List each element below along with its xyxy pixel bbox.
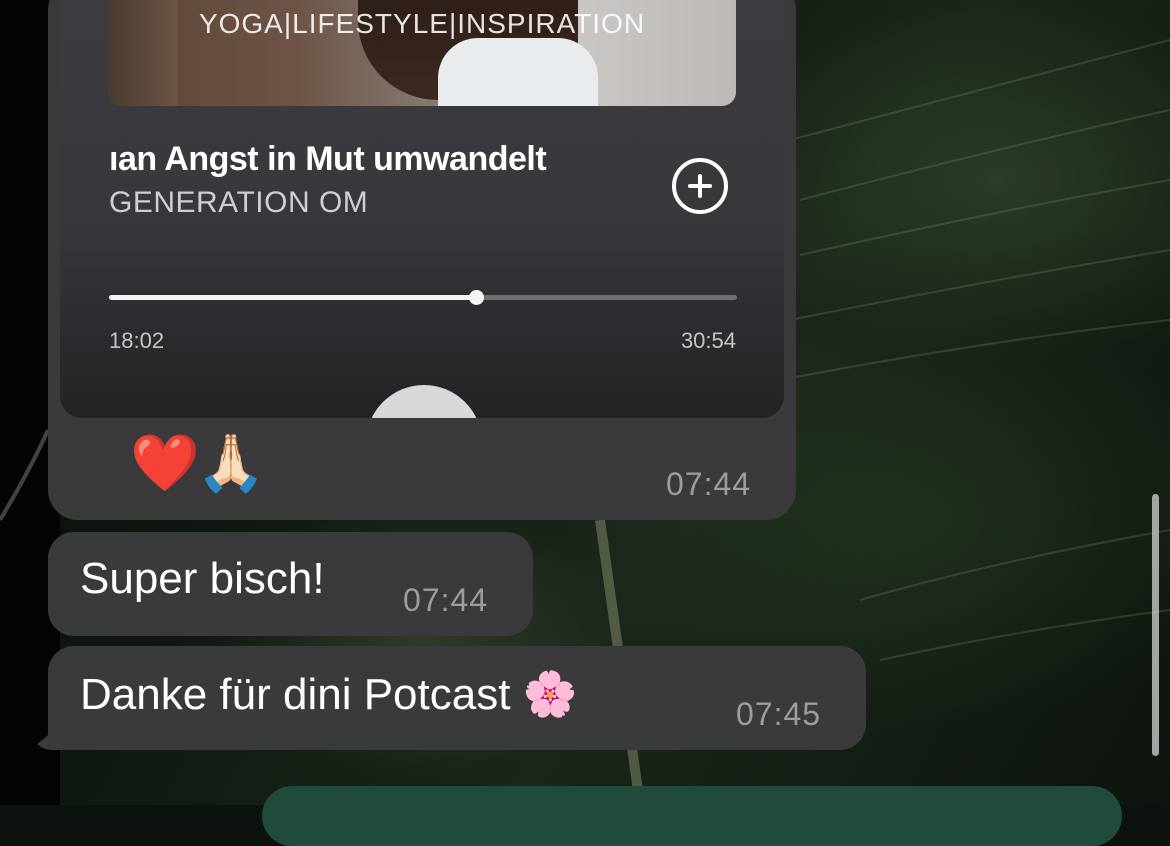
podcast-player-card[interactable]: YOGA|LIFESTYLE|INSPIRATION ıan Angst in … [60,0,784,418]
elapsed-time: 18:02 [109,328,165,353]
message-timestamp: 07:44 [403,582,489,618]
track-artist[interactable]: GENERATION OM [109,186,368,220]
reaction-heart[interactable]: ❤️ [130,433,200,493]
message-timestamp: 07:45 [736,696,822,732]
cover-slogan: YOGA|LIFESTYLE|INSPIRATION [198,8,646,39]
progress-handle[interactable] [468,290,484,305]
play-icon[interactable] [366,385,482,418]
message-bubble[interactable]: Danke für dini Potcast 🌸 07:45 [30,646,866,750]
playback-progress-bar[interactable] [109,290,737,305]
message-text: Super bisch! [80,554,325,603]
compose-bar[interactable] [262,786,1122,846]
progress-fill [109,295,476,300]
track-title[interactable]: ıan Angst in Mut umwandelt [109,140,547,179]
scrollbar[interactable] [1152,494,1159,756]
message-bubble[interactable]: Super bisch! 07:44 [48,532,533,636]
message-timestamp: 07:44 [666,466,752,502]
message-text: Danke für dini Potcast 🌸 [80,670,578,719]
plus-circle-icon[interactable] [672,158,728,214]
reaction-pray[interactable]: 🙏🏻 [196,433,266,493]
total-time: 30:54 [680,328,736,353]
podcast-cover-image[interactable]: YOGA|LIFESTYLE|INSPIRATION [108,0,736,106]
shared-podcast-message[interactable]: YOGA|LIFESTYLE|INSPIRATION ıan Angst in … [48,0,796,520]
